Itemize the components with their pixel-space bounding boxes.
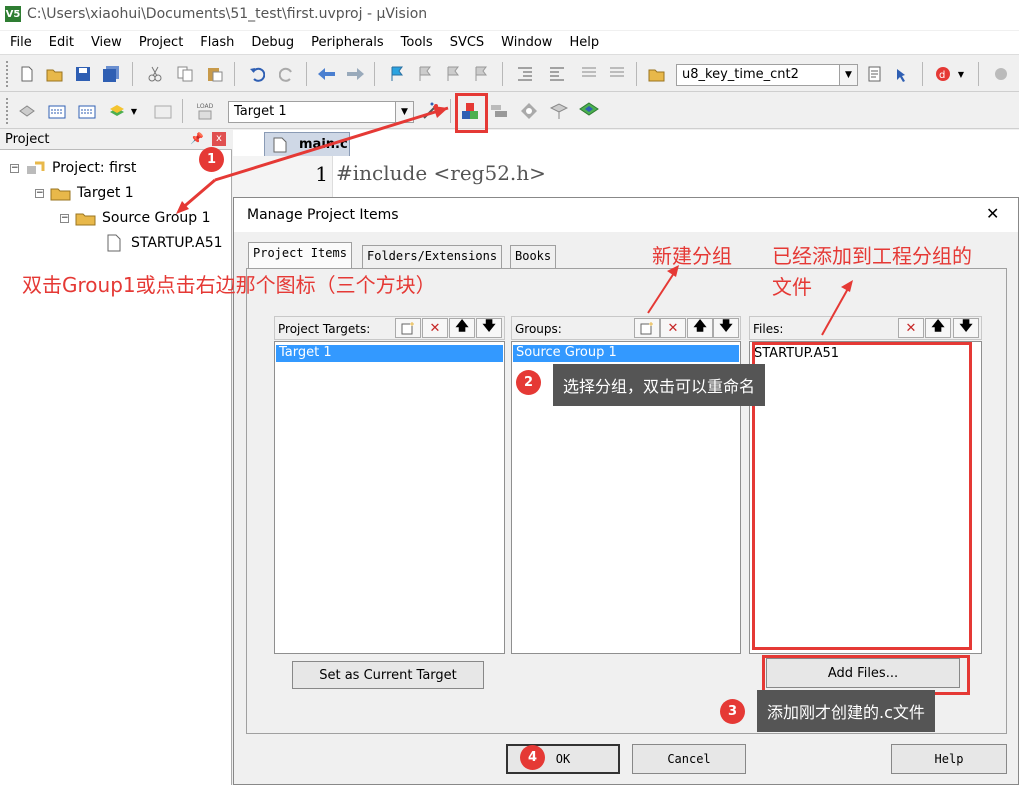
highlight-manage-items-icon [455,93,488,133]
step-badge-1: 1 [199,147,224,172]
annotation-added-files-1: 已经添加到工程分组的 [772,244,972,268]
step-badge-2: 2 [516,370,541,395]
tip-rename-group: 选择分组，双击可以重命名 [553,364,766,406]
annotation-step1: 双击Group1或点击右边那个图标（三个方块） [22,273,436,297]
highlight-files-list [752,342,972,650]
annotation-new-group: 新建分组 [652,244,732,268]
highlight-add-files [762,655,970,695]
step-badge-3: 3 [720,699,745,724]
step-badge-4: 4 [520,745,545,770]
tip-add-c-file: 添加刚才创建的.c文件 [757,690,935,732]
annotation-added-files-2: 文件 [772,275,812,299]
